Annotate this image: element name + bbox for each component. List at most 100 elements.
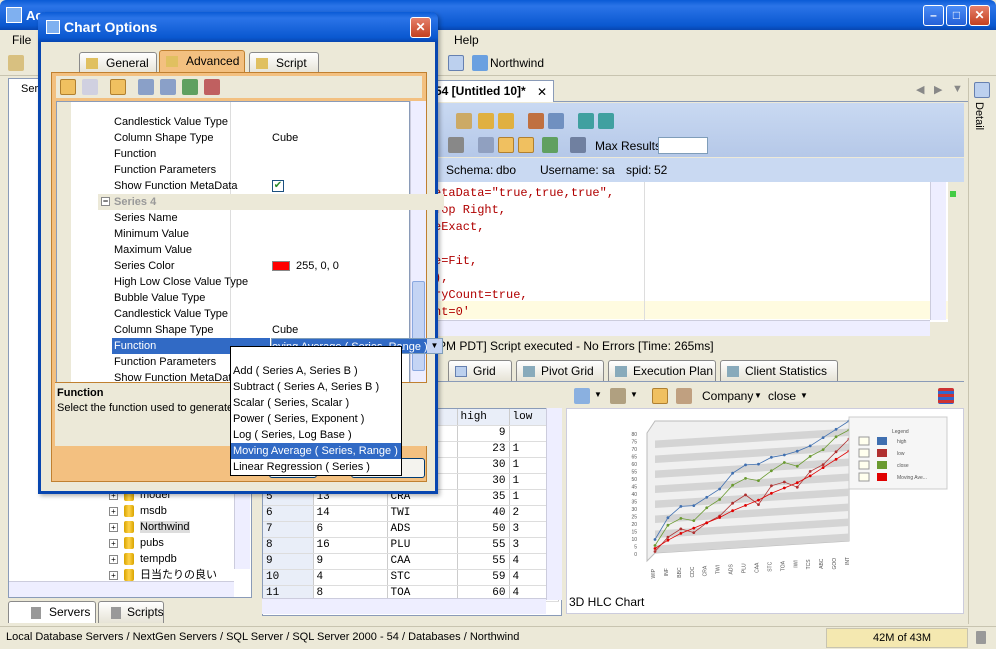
tab-right-icon[interactable]: ▶ bbox=[934, 83, 942, 96]
grid-header[interactable]: high bbox=[457, 409, 510, 426]
color-swatch[interactable] bbox=[272, 261, 290, 271]
nav-icon[interactable] bbox=[598, 113, 614, 129]
function-option[interactable]: Linear Regression ( Series ) bbox=[231, 459, 401, 475]
tab-list-icon[interactable]: ▼ bbox=[952, 83, 963, 95]
maximize-button[interactable]: □ bbox=[946, 5, 967, 26]
close-button[interactable]: ✕ bbox=[969, 5, 990, 26]
tab-pivot-grid[interactable]: Pivot Grid bbox=[516, 360, 604, 381]
move-up-icon[interactable] bbox=[138, 79, 154, 95]
property-row[interactable]: Candlestick Value Type bbox=[112, 114, 444, 130]
editor-vscroll[interactable] bbox=[930, 182, 946, 320]
property-row[interactable]: Minimum Value bbox=[112, 226, 444, 242]
function-option[interactable]: Power ( Series, Exponent ) bbox=[231, 411, 401, 427]
table-cell[interactable]: 40 bbox=[457, 505, 510, 522]
property-row[interactable]: Function bbox=[112, 146, 444, 162]
format-icon[interactable] bbox=[548, 113, 564, 129]
table-cell[interactable]: 55 bbox=[457, 537, 510, 554]
table-cell[interactable]: TWI bbox=[387, 505, 458, 522]
checkbox-checked-icon[interactable]: ✔ bbox=[272, 180, 284, 192]
menu-file[interactable]: File bbox=[12, 33, 31, 47]
undo-icon[interactable] bbox=[478, 113, 494, 129]
property-row[interactable]: Series Color 255, 0, 0 bbox=[112, 258, 444, 274]
categorized-icon[interactable] bbox=[60, 79, 76, 95]
tree-item[interactable]: + pubs bbox=[109, 535, 239, 551]
property-row[interactable]: Show Function MetaData ✔ bbox=[112, 178, 444, 194]
database-icon[interactable] bbox=[472, 55, 488, 71]
trash-icon[interactable] bbox=[976, 631, 986, 644]
code-editor[interactable]: etaData="true,true,true", Top Right, eEx… bbox=[434, 182, 948, 322]
table-cell[interactable]: 9 bbox=[313, 553, 388, 570]
menu-help[interactable]: Help bbox=[454, 33, 479, 47]
table-cell[interactable]: STC bbox=[387, 569, 458, 586]
tree-item[interactable]: + tempdb bbox=[109, 551, 239, 567]
grid-view-icon[interactable] bbox=[448, 55, 464, 71]
refresh-icon[interactable] bbox=[578, 113, 594, 129]
toolbar-icon[interactable] bbox=[8, 55, 24, 71]
grid-vscroll[interactable] bbox=[546, 408, 562, 600]
dialog-close-button[interactable]: ✕ bbox=[410, 17, 431, 38]
property-row[interactable]: High Low Close Value Type bbox=[112, 274, 444, 290]
function-option[interactable]: Subtract ( Series A, Series B ) bbox=[231, 379, 401, 395]
tab-client-statistics[interactable]: Client Statistics bbox=[720, 360, 838, 381]
series-section-header[interactable]: − Series 4 bbox=[98, 194, 444, 210]
tree-hscroll[interactable] bbox=[9, 581, 234, 597]
tree-item[interactable]: + msdb bbox=[109, 503, 239, 519]
chart-export-icon[interactable] bbox=[676, 388, 692, 404]
property-row[interactable]: Maximum Value bbox=[112, 242, 444, 258]
table-row[interactable]: 10 4 STC 59 4 bbox=[263, 569, 559, 586]
table-cell[interactable]: 30 bbox=[457, 473, 510, 490]
grid-toggle-icon[interactable] bbox=[498, 137, 514, 153]
add-series-icon[interactable] bbox=[182, 79, 198, 95]
chart-type-icon[interactable] bbox=[574, 388, 590, 404]
company-dropdown-icon[interactable]: ▼ bbox=[754, 391, 762, 400]
tab-general[interactable]: General bbox=[79, 52, 157, 73]
execute-icon[interactable] bbox=[448, 137, 464, 153]
property-row[interactable]: Bubble Value Type bbox=[112, 290, 444, 306]
tree-item[interactable]: + Northwind bbox=[109, 519, 239, 535]
table-cell[interactable]: 50 bbox=[457, 521, 510, 538]
property-row[interactable]: Series Name bbox=[112, 210, 444, 226]
table-cell[interactable]: 6 bbox=[313, 521, 388, 538]
table-cell[interactable]: 59 bbox=[457, 569, 510, 586]
property-row[interactable]: Column Shape Type Cube bbox=[112, 130, 444, 146]
table-row[interactable]: 8 16 PLU 55 3 bbox=[263, 537, 559, 554]
close-dropdown-icon[interactable]: ▼ bbox=[800, 391, 808, 400]
toolbar-database-label[interactable]: Northwind bbox=[490, 56, 544, 70]
function-option[interactable]: Log ( Series, Log Base ) bbox=[231, 427, 401, 443]
edit-icon[interactable] bbox=[528, 113, 544, 129]
minimize-button[interactable]: – bbox=[923, 5, 944, 26]
combo-dropdown-icon[interactable]: ▼ bbox=[427, 339, 442, 353]
table-row[interactable]: 6 14 TWI 40 2 bbox=[263, 505, 559, 522]
chart-3d-icon[interactable] bbox=[610, 388, 626, 404]
table-cell[interactable]: 4 bbox=[313, 569, 388, 586]
editor-hscroll[interactable] bbox=[434, 320, 930, 336]
table-cell[interactable]: 30 bbox=[457, 457, 510, 474]
chart-toggle-icon[interactable] bbox=[518, 137, 534, 153]
editor-tab[interactable]: 54 [Untitled 10]* ✕ bbox=[430, 80, 554, 102]
chart-type-dropdown-icon[interactable]: ▼ bbox=[594, 390, 602, 399]
export-icon[interactable] bbox=[542, 137, 558, 153]
function-option[interactable]: Scalar ( Series, Scalar ) bbox=[231, 395, 401, 411]
tab-script[interactable]: Script bbox=[249, 52, 319, 73]
table-cell[interactable]: 23 bbox=[457, 441, 510, 458]
function-option[interactable]: Add ( Series A, Series B ) bbox=[231, 363, 401, 379]
company-select[interactable]: Company bbox=[702, 389, 753, 403]
table-cell[interactable]: 16 bbox=[313, 537, 388, 554]
property-row[interactable]: Candlestick Value Type bbox=[112, 306, 444, 322]
table-cell[interactable]: 9 bbox=[457, 425, 510, 442]
table-cell[interactable]: PLU bbox=[387, 537, 458, 554]
sort-az-icon[interactable] bbox=[82, 79, 98, 95]
tab-servers[interactable]: Servers bbox=[8, 601, 96, 623]
plan-icon[interactable] bbox=[478, 137, 494, 153]
table-row[interactable]: 7 6 ADS 50 3 bbox=[263, 521, 559, 538]
detail-label[interactable]: Detail bbox=[973, 102, 985, 130]
close-select[interactable]: close bbox=[768, 389, 796, 403]
function-option[interactable]: Moving Average ( Series, Range ) bbox=[231, 443, 401, 459]
chart-legend-toggle-icon[interactable] bbox=[938, 388, 954, 404]
table-cell[interactable]: ADS bbox=[387, 521, 458, 538]
collapse-icon[interactable]: − bbox=[101, 197, 110, 206]
chart-3d-dropdown-icon[interactable]: ▼ bbox=[630, 390, 638, 399]
table-cell[interactable]: 55 bbox=[457, 553, 510, 570]
tab-execution-plan[interactable]: Execution Plan bbox=[608, 360, 716, 381]
property-pages-icon[interactable] bbox=[110, 79, 126, 95]
